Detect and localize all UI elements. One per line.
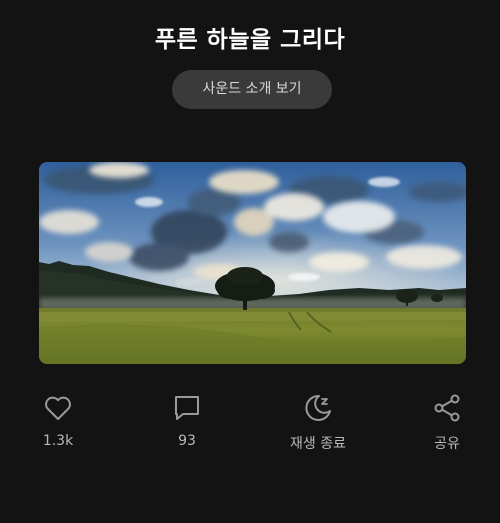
sound-intro-button[interactable]: 사운드 소개 보기 — [172, 70, 332, 109]
share-button[interactable]: 공유 — [402, 392, 492, 454]
comment-icon — [175, 396, 199, 420]
sleep-timer-label: 재생 종료 — [290, 436, 346, 452]
action-bar: 1.3k 93 재생 종료 공유 — [0, 392, 500, 462]
comment-button[interactable]: 93 — [142, 392, 232, 454]
like-count: 1.3k — [42, 433, 74, 449]
moon-sleep-icon — [305, 394, 331, 421]
heart-icon — [45, 396, 71, 420]
like-button[interactable]: 1.3k — [13, 392, 103, 454]
cover-artwork — [39, 162, 466, 364]
sleep-timer-button[interactable]: 재생 종료 — [273, 392, 363, 454]
page-title: 푸른 하늘을 그리다 — [154, 27, 346, 53]
share-icon — [434, 394, 460, 422]
share-label: 공유 — [434, 436, 460, 452]
comment-count: 93 — [178, 433, 196, 449]
